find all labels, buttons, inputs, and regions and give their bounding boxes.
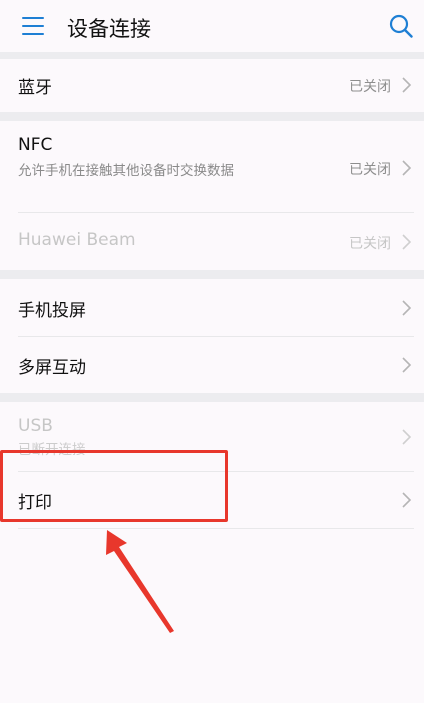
arrow-annotation-icon [106, 530, 174, 633]
